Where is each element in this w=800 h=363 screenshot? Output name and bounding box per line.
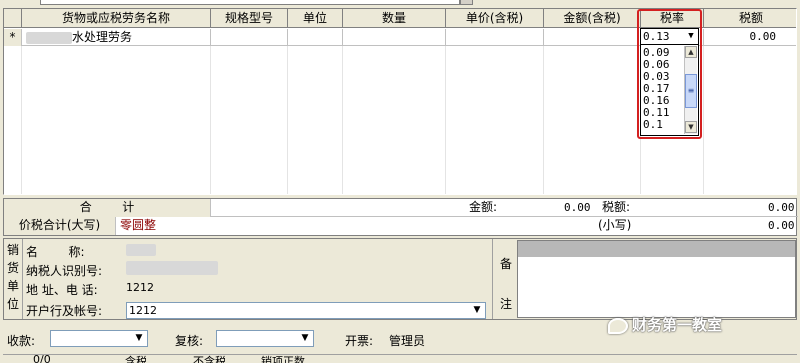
grand-total-row: 价税合计(大写) 零圆整 (小写) 0.00: [4, 217, 798, 235]
remarks-header-bar: [518, 241, 795, 257]
total-caps-value: 零圆整: [120, 218, 157, 232]
watermark: 财务第一教室: [608, 314, 722, 335]
header-unit[interactable]: 单位: [288, 9, 343, 28]
redacted-text: [126, 261, 218, 275]
seller-address-value[interactable]: 1212: [126, 281, 154, 294]
row-marker: *: [4, 29, 22, 46]
grid-line: [210, 46, 211, 194]
scroll-up-icon[interactable]: ▲: [685, 46, 697, 58]
chevron-down-icon[interactable]: ▼: [685, 30, 697, 43]
chat-bubble-icon: [608, 317, 628, 334]
grid-line: [287, 46, 288, 194]
item-name: 水处理劳务: [72, 30, 133, 44]
chevron-down-icon[interactable]: ▼: [132, 332, 146, 345]
grid-line: [21, 46, 22, 194]
tax-amount-cell[interactable]: 0.00: [704, 29, 796, 46]
item-name-cell[interactable]: 水处理劳务: [22, 29, 211, 46]
payee-select[interactable]: ▼: [50, 330, 148, 347]
chevron-down-icon[interactable]: ▼: [470, 304, 484, 317]
tax-value: 0.00: [768, 201, 795, 214]
item-type-indicator: 销项正数: [261, 355, 305, 363]
seller-name-label: 名 称:: [26, 245, 85, 259]
grid-line: [703, 46, 704, 194]
issuer-value: 管理员: [389, 334, 426, 348]
divider: [492, 239, 493, 319]
review-select[interactable]: ▼: [216, 330, 314, 347]
remarks-label-bottom: 注: [500, 297, 513, 311]
grid-line: [543, 46, 544, 194]
review-label: 复核:: [175, 334, 204, 348]
seller-bank-label: 开户行及帐号:: [26, 304, 103, 318]
remarks-textarea[interactable]: [517, 240, 796, 318]
amount-label: 金额:: [469, 200, 498, 214]
options-scrollbar[interactable]: ▲ ≡ ▼: [684, 46, 697, 134]
amount-value: 0.00: [564, 201, 591, 214]
seller-taxid-label: 纳税人识别号:: [26, 264, 103, 278]
totals-panel: 合 计 金额: 0.00 税额: 0.00 价税合计(大写) 零圆整 (小写) …: [3, 198, 798, 236]
amount-cell[interactable]: [544, 29, 641, 46]
tax-label: 税额:: [602, 200, 631, 214]
watermark-text: 财务第一教室: [632, 316, 723, 334]
issuer-label: 开票:: [345, 334, 374, 348]
tax-rate-options-list[interactable]: 0.09 0.06 0.03 0.17 0.16 0.11 0.1 ▲ ≡ ▼: [640, 44, 699, 136]
header-tax-amount[interactable]: 税额: [704, 9, 796, 28]
unit-cell[interactable]: [288, 29, 343, 46]
excl-tax-toggle[interactable]: 不含税: [193, 353, 226, 363]
seller-bank-value: 1212: [129, 304, 157, 317]
seller-side-label: 销货单位: [6, 243, 19, 311]
quantity-cell[interactable]: [343, 29, 446, 46]
inc-tax-toggle[interactable]: 含税: [125, 353, 147, 363]
page-indicator: 0/0: [33, 353, 51, 363]
header-unit-price[interactable]: 单价(含税): [446, 9, 544, 28]
tax-rate-option[interactable]: 0.1: [643, 119, 663, 131]
tax-rate-selected: 0.13: [643, 30, 670, 43]
top-field-dropdown[interactable]: [460, 0, 473, 5]
remarks-label-top: 备: [500, 257, 513, 271]
header-quantity[interactable]: 数量: [343, 9, 446, 28]
header-row-selector: [4, 9, 22, 28]
total-small-value: 0.00: [768, 219, 795, 232]
sum-row: 合 计 金额: 0.00 税额: 0.00: [4, 199, 798, 217]
header-spec[interactable]: 规格型号: [211, 9, 288, 28]
header-tax-rate[interactable]: 税率: [641, 9, 704, 28]
spec-cell[interactable]: [211, 29, 288, 46]
sum-label: 合 计: [4, 199, 211, 217]
top-strip: [0, 0, 800, 6]
unit-price-cell[interactable]: [446, 29, 544, 46]
redacted-text: [126, 244, 156, 256]
payee-label: 收款:: [7, 334, 36, 348]
header-item-name[interactable]: 货物或应税劳务名称: [22, 9, 211, 28]
redacted-text: [26, 31, 72, 44]
scrollbar-thumb[interactable]: ≡: [685, 74, 697, 108]
total-caps-label: 价税合计(大写): [4, 217, 116, 235]
grid-header: 货物或应税劳务名称 规格型号 单位 数量 单价(含税) 金额(含税) 税率 税额: [4, 9, 796, 28]
seller-bank-select[interactable]: 1212 ▼: [126, 302, 486, 319]
seller-address-label: 地 址、电 话:: [26, 283, 98, 297]
chevron-down-icon[interactable]: ▼: [298, 332, 312, 345]
total-small-label: (小写): [598, 218, 632, 232]
divider: [22, 239, 23, 319]
tax-rate-select[interactable]: 0.13 ▼: [640, 28, 699, 45]
scroll-down-icon[interactable]: ▼: [685, 121, 697, 133]
grid-line: [342, 46, 343, 194]
status-bar: 0/0 含税 不含税 销项正数: [3, 353, 797, 363]
header-amount[interactable]: 金额(含税): [544, 9, 641, 28]
grid-line: [445, 46, 446, 194]
top-field[interactable]: [40, 0, 460, 5]
